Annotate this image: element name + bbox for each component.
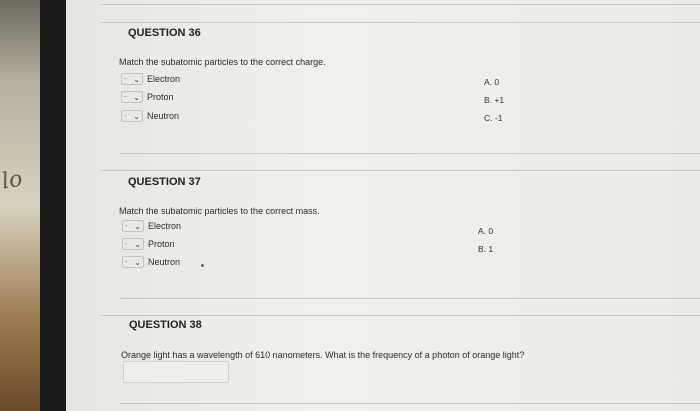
divider bbox=[100, 315, 700, 316]
match-item-label: Neutron bbox=[148, 257, 181, 267]
divider bbox=[120, 403, 700, 404]
question-37-prompt: Match the subatomic particles to the cor… bbox=[119, 206, 320, 216]
chevron-down-icon: ⌄ bbox=[134, 239, 141, 249]
photo-frame: lo QUESTION 36 Match the subatomic parti… bbox=[0, 0, 700, 411]
mouse-cursor bbox=[201, 264, 204, 267]
q36-match-row-proton: - ⌄ Proton bbox=[121, 90, 174, 104]
q37-proton-select[interactable]: - ⌄ bbox=[122, 238, 144, 250]
q37-neutron-select[interactable]: - ⌄ bbox=[122, 256, 144, 268]
quiz-screen: QUESTION 36 Match the subatomic particle… bbox=[66, 0, 700, 411]
q37-option: B. 1 bbox=[478, 244, 494, 254]
divider bbox=[100, 170, 700, 171]
divider bbox=[120, 298, 700, 299]
dash-icon: - bbox=[124, 93, 127, 101]
q37-match-row-proton: - ⌄ Proton bbox=[122, 237, 175, 251]
question-38-prompt: Orange light has a wavelength of 610 nan… bbox=[121, 350, 525, 360]
q36-neutron-select[interactable]: - ⌄ bbox=[121, 110, 143, 122]
chevron-down-icon: ⌄ bbox=[133, 92, 140, 102]
monitor-bezel bbox=[40, 0, 66, 411]
divider bbox=[100, 4, 700, 5]
q38-answer-input[interactable] bbox=[123, 361, 229, 383]
match-item-label: Proton bbox=[148, 239, 175, 249]
q36-proton-select[interactable]: - ⌄ bbox=[121, 91, 143, 103]
match-item-label: Electron bbox=[148, 221, 182, 231]
q37-match-row-neutron: - ⌄ Neutron bbox=[122, 255, 180, 269]
chevron-down-icon: ⌄ bbox=[133, 74, 140, 84]
chevron-down-icon: ⌄ bbox=[134, 257, 141, 267]
q36-match-row-electron: - ⌄ Electron bbox=[121, 72, 180, 86]
question-37-title: QUESTION 37 bbox=[128, 176, 201, 188]
question-36-title: QUESTION 36 bbox=[128, 27, 201, 39]
q37-match-row-electron: - ⌄ Electron bbox=[122, 219, 181, 233]
chevron-down-icon: ⌄ bbox=[133, 111, 140, 121]
divider bbox=[100, 22, 700, 23]
q36-option: A. 0 bbox=[484, 77, 500, 87]
chevron-down-icon: ⌄ bbox=[134, 221, 141, 231]
dash-icon: - bbox=[124, 75, 127, 83]
q37-option: A. 0 bbox=[478, 226, 494, 236]
q36-option: C. -1 bbox=[484, 113, 503, 123]
question-38-title: QUESTION 38 bbox=[129, 319, 202, 331]
divider bbox=[120, 153, 700, 154]
match-item-label: Proton bbox=[147, 92, 174, 102]
mug-lettering: lo bbox=[0, 166, 25, 195]
q37-electron-select[interactable]: - ⌄ bbox=[122, 220, 144, 232]
match-item-label: Electron bbox=[147, 74, 181, 84]
question-36-prompt: Match the subatomic particles to the cor… bbox=[119, 57, 326, 67]
q36-option: B. +1 bbox=[484, 95, 505, 105]
q36-electron-select[interactable]: - ⌄ bbox=[121, 73, 143, 85]
dash-icon: - bbox=[124, 112, 127, 120]
background-mug: lo bbox=[0, 0, 40, 411]
dash-icon: - bbox=[125, 222, 128, 230]
q36-match-row-neutron: - ⌄ Neutron bbox=[121, 109, 179, 123]
dash-icon: - bbox=[125, 258, 128, 266]
dash-icon: - bbox=[125, 240, 128, 248]
match-item-label: Neutron bbox=[147, 111, 180, 121]
